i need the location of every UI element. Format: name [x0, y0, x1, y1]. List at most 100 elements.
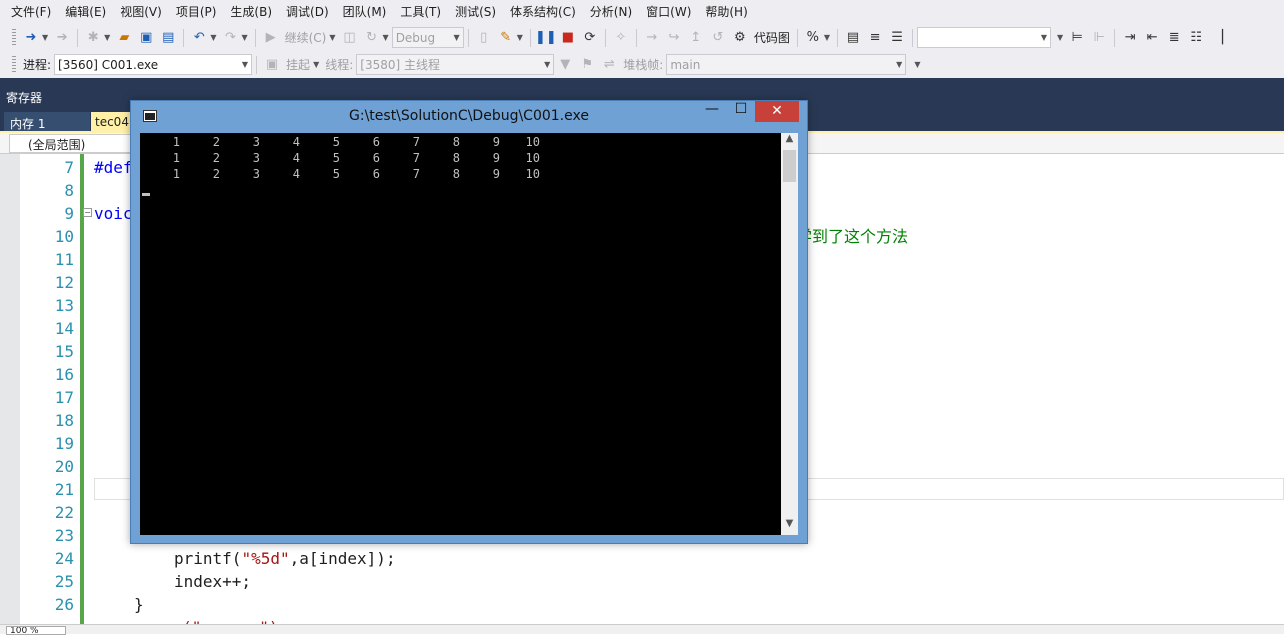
menu-item[interactable]: 文件(F) [4, 0, 58, 24]
menu-item[interactable]: 测试(S) [448, 0, 503, 24]
stop-debugging-icon[interactable]: ■ [558, 28, 578, 48]
forward-arrow-icon[interactable]: ➔ [52, 28, 72, 48]
hex-display-icon[interactable]: % [803, 28, 823, 48]
console-value: 9 [492, 135, 500, 149]
thread-filter-icon[interactable]: ▼ [555, 55, 575, 75]
indent-icon[interactable]: ⇥ [1120, 28, 1140, 48]
chevron-down-icon[interactable]: ▼ [383, 33, 389, 42]
toolbar-separator [837, 28, 839, 47]
refresh-icon[interactable]: ↻ [362, 28, 382, 48]
back-arrow-icon[interactable]: ➜ [21, 28, 41, 48]
open-folder-icon[interactable]: ▰ [114, 28, 134, 48]
chevron-down-icon[interactable]: ▼ [210, 33, 216, 42]
console-value: 4 [292, 135, 300, 149]
menu-bar: 文件(F) 编辑(E) 视图(V) 项目(P) 生成(B) 调试(D) 团队(M) 工具(T)… [0, 0, 1284, 24]
undo-icon[interactable]: ↶ [189, 28, 209, 48]
codemap-button[interactable]: 代码图 [754, 29, 790, 46]
minimize-button[interactable]: — [697, 101, 727, 122]
outline-collapse-toggle[interactable]: − [83, 208, 92, 217]
chevron-down-icon[interactable]: ▼ [104, 33, 110, 42]
document-icon[interactable]: ▤ [843, 28, 863, 48]
chevron-down-icon[interactable]: ▼ [517, 33, 523, 42]
toolbar-separator [635, 28, 637, 47]
find-icon[interactable]: ✎ [496, 28, 516, 48]
step-back-icon[interactable]: ↺ [708, 28, 728, 48]
step-out-icon[interactable]: ↥ [686, 28, 706, 48]
attach-icon[interactable]: ◫ [340, 28, 360, 48]
menu-item[interactable]: 调试(D) [279, 0, 336, 24]
menu-item[interactable]: 生成(B) [223, 0, 279, 24]
console-title-bar[interactable]: G:\test\SolutionC\Debug\C001.exe — ☐ ✕ [131, 101, 807, 133]
step-into-icon[interactable]: → [642, 28, 662, 48]
comment-icon[interactable]: ⊨ [1067, 28, 1087, 48]
uncomment-icon[interactable]: ⊩ [1089, 28, 1109, 48]
line-number: 16 [54, 365, 74, 384]
chevron-down-icon[interactable]: ▼ [241, 33, 247, 42]
thread-label: 线程: [325, 58, 354, 72]
line-number: 22 [54, 503, 74, 522]
console-value: 7 [412, 151, 420, 165]
console-scrollbar[interactable]: ▲ ▼ [781, 133, 798, 535]
chevron-down-icon[interactable]: ▼ [313, 60, 319, 69]
process-select[interactable]: [3560] C001.exe ▼ [54, 54, 253, 75]
menu-item[interactable]: 体系结构(C) [503, 0, 583, 24]
stackframe-select[interactable]: main ▼ [666, 54, 907, 75]
line-number: 14 [54, 319, 74, 338]
align-icon[interactable]: ≣ [1164, 28, 1184, 48]
menu-item[interactable]: 视图(V) [113, 0, 169, 24]
save-all-icon[interactable]: ▤ [158, 28, 178, 48]
chevron-down-icon[interactable]: ▼ [42, 33, 48, 42]
scroll-thumb[interactable] [783, 150, 796, 182]
save-icon[interactable]: ▣ [136, 28, 156, 48]
show-next-statement-icon[interactable]: ✧ [611, 28, 631, 48]
menu-item[interactable]: 团队(M) [336, 0, 394, 24]
overflow-icon[interactable]: ▕ [1208, 28, 1228, 48]
code-line-24: printf("%5d",a[index]); [174, 547, 396, 570]
outdent-icon[interactable]: ⇤ [1142, 28, 1162, 48]
tab-tec04[interactable]: tec04. [91, 112, 133, 133]
menu-item[interactable]: 工具(T) [393, 0, 448, 24]
chevron-down-icon[interactable]: ▼ [914, 60, 920, 69]
continue-button[interactable]: 继续(C) [285, 29, 327, 46]
menu-item[interactable]: 项目(P) [169, 0, 224, 24]
scroll-up-icon[interactable]: ▲ [781, 133, 798, 150]
menu-item[interactable]: 窗口(W) [639, 0, 698, 24]
flag-icon[interactable]: ⚑ [577, 55, 597, 75]
suspend-button[interactable]: 挂起 [286, 56, 310, 73]
line-number: 20 [54, 457, 74, 476]
toggle-icon[interactable]: ⇌ [599, 55, 619, 75]
menu-item[interactable]: 编辑(E) [58, 0, 113, 24]
console-value: 9 [492, 151, 500, 165]
console-window[interactable]: G:\test\SolutionC\Debug\C001.exe — ☐ ✕ 1… [130, 100, 808, 544]
redo-icon[interactable]: ↷ [220, 28, 240, 48]
list-numbered-icon[interactable]: ☰ [887, 28, 907, 48]
chevron-down-icon[interactable]: ▼ [329, 33, 335, 42]
menu-item[interactable]: 分析(N) [583, 0, 639, 24]
maximize-button[interactable]: ☐ [727, 101, 755, 122]
break-all-icon[interactable]: ❚❚ [535, 28, 557, 48]
list-icon[interactable]: ☷ [1186, 28, 1206, 48]
new-project-icon[interactable]: ✱ [83, 28, 103, 48]
menu-item[interactable]: 帮助(H) [698, 0, 754, 24]
chevron-down-icon[interactable]: ▼ [1057, 33, 1063, 42]
step-over-icon[interactable]: ↪ [664, 28, 684, 48]
list-icon[interactable]: ≡ [865, 28, 885, 48]
restart-icon[interactable]: ⟳ [580, 28, 600, 48]
search-select[interactable]: ▼ [917, 27, 1052, 48]
process-icon[interactable]: ▣ [262, 55, 282, 75]
toolbar-grip[interactable] [12, 55, 16, 74]
indicator-margin[interactable] [0, 154, 20, 626]
console-output[interactable]: 1 2 3 4 5 6 7 8 9 10 1 2 3 4 5 6 7 8 9 10 1 2 3 4 5 6 7 8 9 10 [140, 133, 781, 535]
device-icon[interactable]: ▯ [474, 28, 494, 48]
scroll-down-icon[interactable]: ▼ [781, 518, 798, 535]
toolbar-grip[interactable] [12, 28, 16, 47]
solution-configuration-select[interactable]: Debug ▼ [391, 27, 464, 48]
chevron-down-icon[interactable]: ▼ [824, 33, 830, 42]
thread-select[interactable]: [3580] 主线程 ▼ [356, 54, 555, 75]
close-button[interactable]: ✕ [755, 101, 799, 122]
codemap-icon[interactable]: ⚙ [730, 28, 750, 48]
continue-play-icon[interactable]: ▶ [261, 28, 281, 48]
tab-memory-1[interactable]: 内存 1 [4, 112, 90, 133]
chevron-down-icon: ▼ [241, 60, 249, 69]
stackframe-value: main [670, 57, 701, 72]
